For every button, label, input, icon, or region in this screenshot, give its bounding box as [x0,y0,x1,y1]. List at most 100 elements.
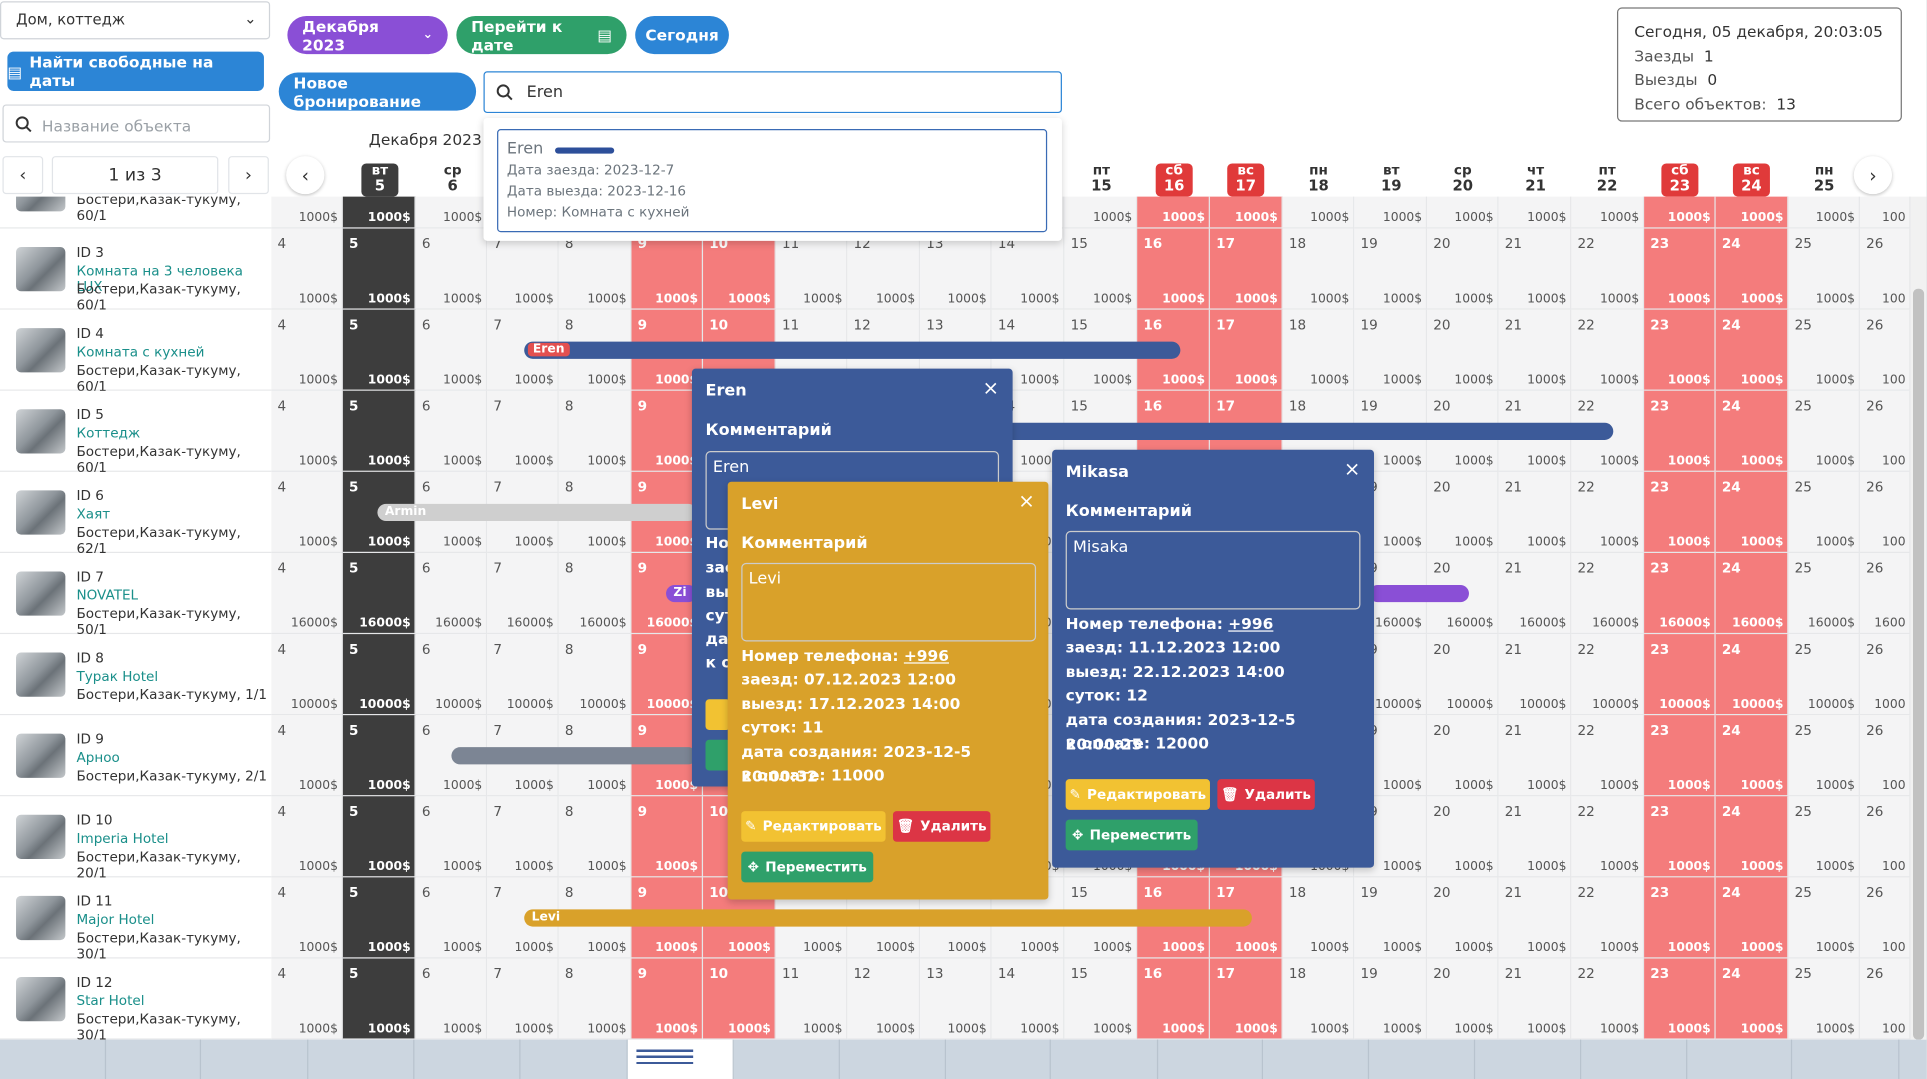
timeline-segment[interactable] [1581,1039,1688,1079]
day-cell[interactable]: 24 1000$ [1715,715,1789,797]
day-header[interactable]: вт 19 [1372,163,1410,197]
search-result-card[interactable]: Eren Дата заезда: 2023-12-7 Дата выезда:… [497,129,1048,233]
vertical-scrollbar[interactable] [1910,196,1927,1040]
find-free-button[interactable]: ▤ Найти свободные на даты [7,51,264,91]
day-cell[interactable]: 20 1000$ [1427,958,1499,1040]
day-cell[interactable]: 21 16000$ [1498,553,1572,635]
object-row[interactable]: ID 10 Imperia Hotel Бостери,Казак-тукуму, … [0,796,272,881]
day-cell[interactable]: 1000$ [1137,196,1210,229]
day-cell[interactable]: 19 1000$ [1354,877,1428,959]
day-cell[interactable]: 25 1000$ [1788,309,1860,391]
timeline-segment[interactable] [945,1039,1051,1079]
day-cell[interactable]: 21 1000$ [1498,471,1572,554]
day-cell[interactable]: 26 100 [1859,877,1911,959]
day-header[interactable]: пн 25 [1805,163,1843,197]
day-cell[interactable]: 19 1000$ [1354,228,1428,310]
day-cell[interactable]: 4 1000$ [271,715,343,797]
move-button[interactable]: ✥ Переместить [1065,819,1198,851]
timeline-segment[interactable] [1263,1039,1370,1079]
day-cell[interactable]: 1000$ [1064,196,1138,229]
day-cell[interactable]: 5 10000$ [342,634,416,716]
day-cell[interactable]: 24 1000$ [1715,471,1789,554]
object-row[interactable]: ID 9 Арноо Бостери,Казак-тукуму, 2/1 [0,715,272,797]
object-search-input[interactable]: Название объекта [2,104,271,143]
object-row[interactable]: ID 6 Хаят Бостери,Казак-тукуму, 62/1 [0,471,272,557]
day-cell[interactable]: 26 100 [1859,471,1911,554]
day-cell[interactable]: 26 1000 [1859,634,1911,716]
move-button[interactable] [705,739,731,771]
day-cell[interactable]: 7 1000$ [487,958,559,1040]
timeline-segment[interactable] [627,1039,734,1079]
day-cell[interactable]: 1000$ [1788,196,1860,229]
timeline-segment[interactable] [1052,1039,1159,1079]
day-cell[interactable]: 20 1000$ [1427,715,1499,797]
object-name[interactable]: Star Hotel [76,993,144,1009]
day-cell[interactable]: 22 1000$ [1571,309,1645,391]
day-header[interactable]: вт 5 [361,163,399,197]
day-cell[interactable]: 1000$ [1715,196,1789,229]
day-cell[interactable]: 23 1000$ [1644,796,1716,878]
day-cell[interactable]: 23 1000$ [1644,309,1716,391]
day-cell[interactable]: 8 1000$ [558,390,632,472]
timeline-segment[interactable] [308,1039,415,1079]
day-cell[interactable]: 23 1000$ [1644,877,1716,959]
object-row[interactable]: ID 5 Коттедж Бостери,Казак-тукуму, 60/1 [0,390,272,476]
day-cell[interactable]: 26 100 [1859,390,1911,472]
object-name[interactable]: Коттедж [76,425,140,441]
phone-link[interactable]: +996 [904,646,949,664]
day-cell[interactable]: 20 1000$ [1427,471,1499,554]
day-cell[interactable]: 20 1000$ [1427,228,1499,310]
day-cell[interactable]: 22 16000$ [1571,553,1645,635]
object-row[interactable]: Бостери,Казак-тукуму, 60/1 [0,196,272,229]
timeline-segment[interactable] [734,1039,840,1079]
day-cell[interactable]: 26 100 [1859,796,1911,878]
day-cell[interactable]: 18 1000$ [1282,877,1355,959]
day-cell[interactable]: 12 1000$ [847,958,921,1040]
day-cell[interactable]: 23 1000$ [1644,958,1716,1040]
day-cell[interactable]: 22 1000$ [1571,228,1645,310]
day-cell[interactable]: 21 1000$ [1498,228,1572,310]
day-cell[interactable]: 18 1000$ [1282,958,1355,1040]
close-icon[interactable]: × [983,376,1000,399]
timeline-segment[interactable] [1475,1039,1582,1079]
day-cell[interactable]: 24 1000$ [1715,877,1789,959]
day-cell[interactable]: 21 1000$ [1498,877,1572,959]
day-cell[interactable]: 19 1000$ [1354,309,1428,391]
day-cell[interactable]: 5 1000$ [342,958,416,1040]
day-cell[interactable]: 13 1000$ [920,958,992,1040]
day-cell[interactable]: 22 1000$ [1571,471,1645,554]
day-cell[interactable]: 21 10000$ [1498,634,1572,716]
object-row[interactable]: ID 12 Star Hotel Бостери,Казак-тукуму, 30/… [0,958,272,1040]
day-cell[interactable]: 8 1000$ [558,796,632,878]
object-row[interactable]: ID 11 Major Hotel Бостери,Казак-тукуму, 30… [0,877,272,962]
prev-page-button[interactable]: ‹ [2,156,44,195]
day-cell[interactable]: 6 1000$ [415,390,488,472]
month-select-button[interactable]: Декабря 2023 ⌄ [287,15,448,55]
new-booking-button[interactable]: Новое бронирование [278,72,477,111]
phone-link[interactable]: +996 [1228,614,1273,632]
day-cell[interactable]: 6 16000$ [415,553,488,635]
comment-textarea[interactable]: Levi [741,562,1037,642]
edit-button[interactable] [705,699,731,730]
object-row[interactable]: ID 3 Комната на 3 человека LUX Бостери,Каз… [0,228,272,313]
day-header[interactable]: чт 21 [1517,163,1555,197]
day-cell[interactable]: 4 1000$ [271,877,343,959]
day-header[interactable]: вс 24 [1732,163,1770,197]
day-cell[interactable]: 9 1000$ [631,796,704,878]
day-cell[interactable]: 15 1000$ [1064,228,1138,310]
delete-button[interactable]: 🗑 Удалить [1217,779,1315,810]
day-header[interactable]: пн 18 [1300,163,1338,197]
day-cell[interactable]: 1000$ [1209,196,1283,229]
day-cell[interactable]: 8 1000$ [558,958,632,1040]
timeline-segment[interactable] [1686,1039,1793,1079]
day-cell[interactable]: 5 1000$ [342,715,416,797]
day-cell[interactable]: 1000$ [1282,196,1355,229]
day-cell[interactable]: 22 1000$ [1571,958,1645,1040]
day-cell[interactable]: 18 1000$ [1282,309,1355,391]
day-cell[interactable]: 1000$ [271,196,343,229]
day-cell[interactable]: 20 1000$ [1427,877,1499,959]
day-cell[interactable]: 25 1000$ [1788,471,1860,554]
day-cell[interactable]: 5 16000$ [342,553,416,635]
day-cell[interactable]: 23 1000$ [1644,228,1716,310]
day-cell[interactable]: 24 1000$ [1715,309,1789,391]
